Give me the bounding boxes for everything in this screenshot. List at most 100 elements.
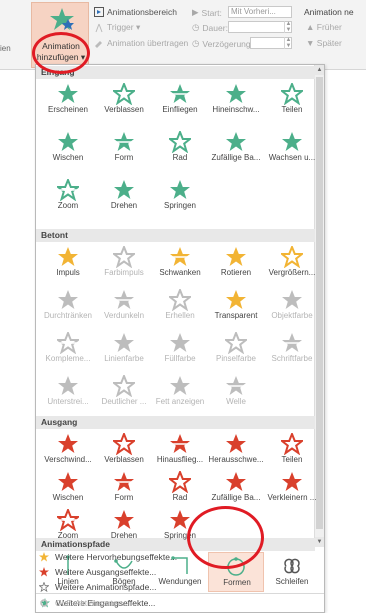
motion-path-5[interactable]: Schleifen xyxy=(264,552,320,592)
entrance-effect-2[interactable]: Verblassen xyxy=(96,80,152,120)
emphasis-effect-2[interactable]: Farbimpuls xyxy=(96,243,152,283)
entrance-effect-8-icon xyxy=(169,131,191,153)
exit-effect-13-label: Springen xyxy=(163,531,197,540)
exit-effect-13-icon xyxy=(170,510,190,529)
entrance-effect-3[interactable]: Einfliegen xyxy=(152,80,208,120)
exit-effect-1[interactable]: Verschwind... xyxy=(40,430,96,470)
delay-clock-icon: ◷ xyxy=(192,38,200,48)
emphasis-effect-9[interactable]: Transparent xyxy=(208,286,264,326)
exit-effect-4-icon xyxy=(226,434,246,453)
exit-effect-12[interactable]: Drehen xyxy=(96,506,152,546)
scroll-down-arrow[interactable]: ▼ xyxy=(315,537,324,547)
delay-spinner[interactable]: ▲ ▼ xyxy=(284,37,292,49)
exit-effect-4[interactable]: Herausschwe... xyxy=(208,430,264,470)
exit-effect-2-label: Verblassen xyxy=(104,455,144,464)
emphasis-effect-7[interactable]: Verdunkeln xyxy=(96,286,152,326)
emphasis-effect-13[interactable]: Füllfarbe xyxy=(152,329,208,369)
exit-effect-11-label: Zoom xyxy=(57,531,79,540)
exit-effect-7-label: Form xyxy=(114,493,134,502)
entrance-effect-6-label: Wischen xyxy=(52,153,84,162)
duration-label-row: ◷ Dauer: xyxy=(192,22,228,33)
animations-ribbon: ien Animation hinzufügen ▾ Animationsber… xyxy=(0,0,366,70)
emphasis-effect-18[interactable]: Fett anzeigen xyxy=(152,372,208,412)
exit-effect-13[interactable]: Springen xyxy=(152,506,208,546)
animation-pane-icon xyxy=(94,7,104,17)
emphasis-effect-11[interactable]: Kompleme... xyxy=(40,329,96,369)
emphasis-effect-5[interactable]: Vergrößern... xyxy=(264,243,320,283)
animation-pane-label: Animationsbereich xyxy=(107,7,177,17)
emphasis-effect-4-label: Rotieren xyxy=(220,268,252,277)
entrance-effect-4-icon xyxy=(226,84,246,103)
emphasis-effect-14-icon xyxy=(225,332,247,354)
entrance-effect-6[interactable]: Wischen xyxy=(40,128,96,168)
emphasis-effect-4[interactable]: Rotieren xyxy=(208,243,264,283)
exit-effect-5[interactable]: Teilen xyxy=(264,430,320,470)
start-select[interactable]: Mit Vorheri... xyxy=(228,6,292,18)
trigger-button[interactable]: Trigger ▾ xyxy=(94,22,140,33)
exit-effect-6[interactable]: Wischen xyxy=(40,468,96,508)
entrance-effect-13-label: Springen xyxy=(163,201,197,210)
more-exit-effects-item[interactable]: Weitere Ausgangseffekte... xyxy=(39,564,156,579)
exit-effect-3-icon xyxy=(170,434,190,453)
emphasis-effect-15[interactable]: Schriftfarbe xyxy=(264,329,320,369)
motion-path-4[interactable]: Formen xyxy=(208,552,264,592)
entrance-effect-5-label: Teilen xyxy=(281,105,303,114)
exit-effect-3-label: Hinausflieg... xyxy=(156,455,204,464)
entrance-effect-5[interactable]: Teilen xyxy=(264,80,320,120)
entrance-effect-10[interactable]: Wachsen u... xyxy=(264,128,320,168)
entrance-effect-12[interactable]: Drehen xyxy=(96,176,152,216)
start-label: Start: xyxy=(201,7,222,18)
emphasis-effect-1[interactable]: Impuls xyxy=(40,243,96,283)
more-motion-paths-item[interactable]: Weitere Animationspfade... xyxy=(39,579,156,594)
emphasis-effect-6[interactable]: Durchtränken xyxy=(40,286,96,326)
emphasis-effect-3[interactable]: Schwanken xyxy=(152,243,208,283)
exit-effect-2[interactable]: Verblassen xyxy=(96,430,152,470)
exit-effect-3[interactable]: Hinausflieg... xyxy=(152,430,208,470)
emphasis-effect-13-icon xyxy=(170,333,190,352)
duration-input[interactable] xyxy=(228,21,292,33)
emphasis-effect-4-icon xyxy=(226,247,246,266)
ole-label: OLE-Aktionsarten... xyxy=(55,597,130,608)
animation-pane-button[interactable]: Animationsbereich xyxy=(94,7,177,17)
entrance-effect-4[interactable]: Hineinschw... xyxy=(208,80,264,120)
animation-painter-button[interactable]: Animation übertragen xyxy=(94,38,188,48)
entrance-effect-9-label: Zufällige Ba... xyxy=(211,153,261,162)
emphasis-effect-16[interactable]: Unterstrei... xyxy=(40,372,96,412)
entrance-effect-9-icon xyxy=(226,132,246,151)
add-animation-button[interactable]: Animation hinzufügen ▾ xyxy=(31,2,89,68)
emphasis-effect-17[interactable]: Deutlicher ... xyxy=(96,372,152,412)
scroll-up-arrow[interactable]: ▲ xyxy=(315,65,324,75)
entrance-effect-8[interactable]: Rad xyxy=(152,128,208,168)
entrance-effect-9[interactable]: Zufällige Ba... xyxy=(208,128,264,168)
move-later-button[interactable]: ▼ Später xyxy=(306,38,342,48)
emphasis-effect-18-label: Fett anzeigen xyxy=(155,397,205,406)
duration-spinner[interactable]: ▲ ▼ xyxy=(284,21,292,33)
move-earlier-button[interactable]: ▲ Früher xyxy=(306,22,342,32)
ole-actions-item[interactable]: OLE-Aktionsarten... xyxy=(39,595,129,610)
emphasis-effect-10-icon xyxy=(282,290,302,309)
exit-effect-9[interactable]: Zufällige Ba... xyxy=(208,468,264,508)
add-animation-label-1: Animation xyxy=(42,41,80,51)
entrance-effect-11[interactable]: Zoom xyxy=(40,176,96,216)
entrance-effect-13[interactable]: Springen xyxy=(152,176,208,216)
ole-gear-icon xyxy=(40,598,48,607)
emphasis-effect-5-label: Vergrößern... xyxy=(268,268,316,277)
emphasis-effect-12[interactable]: Linienfarbe xyxy=(96,329,152,369)
emphasis-effect-19[interactable]: Welle xyxy=(208,372,264,412)
more-emphasis-effects-item[interactable]: Weitere Hervorhebungseffekte... xyxy=(39,549,177,564)
animation-gallery: ▲ ▼ Eingang Betont Ausgang Animationspfa… xyxy=(35,64,325,613)
exit-effect-7[interactable]: Form xyxy=(96,468,152,508)
emphasis-effect-18-icon xyxy=(170,376,190,395)
entrance-effect-13-icon xyxy=(170,180,190,199)
emphasis-effect-14[interactable]: Pinselfarbe xyxy=(208,329,264,369)
entrance-effect-7[interactable]: Form xyxy=(96,128,152,168)
entrance-effect-11-label: Zoom xyxy=(57,201,79,210)
entrance-effect-1[interactable]: Erscheinen xyxy=(40,80,96,120)
more-emphasis-label: Weitere Hervorhebungseffekte... xyxy=(55,551,178,562)
emphasis-effect-10[interactable]: Objektfarbe xyxy=(264,286,320,326)
emphasis-effect-8[interactable]: Erhellen xyxy=(152,286,208,326)
exit-effect-11[interactable]: Zoom xyxy=(40,506,96,546)
exit-effect-8[interactable]: Rad xyxy=(152,468,208,508)
exit-effect-10[interactable]: Verkleinern ... xyxy=(264,468,320,508)
emphasis-effect-11-icon xyxy=(57,332,79,354)
